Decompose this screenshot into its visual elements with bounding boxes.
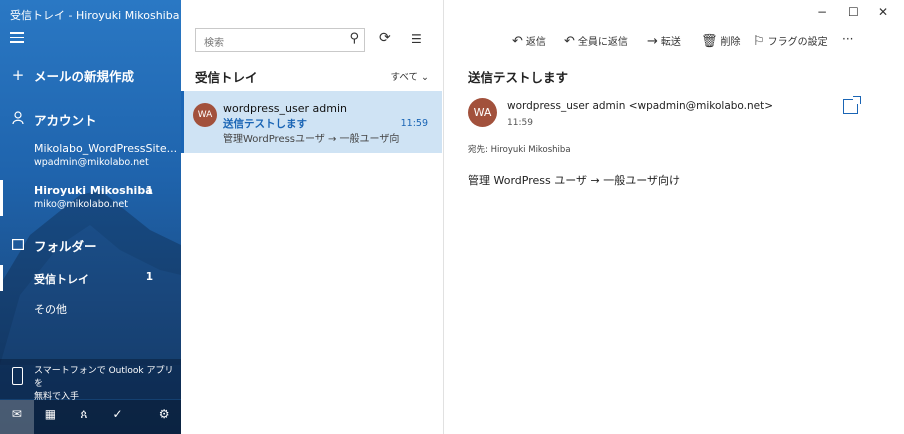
minimize-button[interactable]: −	[817, 5, 827, 19]
reply-all-icon: ↶	[564, 34, 575, 49]
accounts-label: アカウント	[34, 112, 97, 128]
filter-dropdown[interactable]: すべて ⌄	[391, 69, 429, 83]
account-email: wpadmin@mikolabo.net	[34, 157, 149, 168]
folder-icon	[10, 236, 26, 254]
close-button[interactable]: ✕	[878, 5, 888, 19]
trash-icon: 🗑	[701, 34, 718, 49]
flag-button[interactable]: ⚐ フラグの設定	[753, 33, 828, 49]
search-input[interactable]: 検索	[204, 34, 224, 49]
reply-label: 返信	[525, 37, 546, 48]
forward-button[interactable]: → 転送	[647, 33, 681, 49]
sender-avatar[interactable]: WA	[468, 98, 497, 127]
new-mail-button[interactable]: + メールの新規作成	[0, 66, 181, 84]
folder-item-inbox[interactable]: 受信トレイ	[34, 271, 89, 287]
filter-label: すべて	[390, 72, 418, 83]
delete-button[interactable]: 🗑 削除	[701, 33, 741, 49]
selected-account-indicator	[0, 180, 3, 216]
search-box[interactable]: 検索 ⚲	[195, 28, 365, 52]
accounts-header[interactable]: アカウント	[0, 110, 181, 128]
message-sender: wordpress_user admin	[223, 102, 347, 115]
message-subject: 送信テストします	[223, 118, 307, 130]
folders-label: フォルダー	[34, 238, 97, 254]
select-mode-icon[interactable]: ☰	[411, 32, 422, 46]
delete-label: 削除	[720, 37, 741, 48]
account-name: Mikolabo_WordPressSite...	[34, 142, 178, 155]
window-title: 受信トレイ - Hiroyuki Mikoshiba	[10, 9, 180, 22]
forward-arrow-icon: →	[647, 34, 658, 49]
reading-pane: − ☐ ✕ ↶ 返信 ↶ 全員に返信 → 転送 🗑 削除 ⚐ フラグの設定 ··· 送信テ…	[444, 0, 904, 434]
chevron-down-icon: ⌄	[421, 72, 429, 83]
message-subject-heading: 送信テストします	[468, 70, 569, 85]
folder-title: 受信トレイ	[195, 70, 258, 85]
settings-gear-icon[interactable]: ⚙	[147, 400, 181, 434]
account-item-mikolabo[interactable]: Mikolabo_WordPressSite... wpadmin@mikola…	[34, 142, 177, 170]
person-icon	[10, 110, 26, 128]
new-mail-label: メールの新規作成	[34, 68, 135, 84]
reply-all-button[interactable]: ↶ 全員に返信	[564, 33, 628, 49]
account-email: miko@mikolabo.net	[34, 199, 128, 210]
maximize-button[interactable]: ☐	[848, 5, 859, 19]
message-time: 11:59	[507, 118, 533, 128]
navigation-pane: 受信トレイ - Hiroyuki Mikoshiba + メールの新規作成 アカ…	[0, 0, 181, 434]
todo-icon[interactable]: ✓	[101, 400, 135, 434]
more-actions-icon[interactable]: ···	[842, 32, 853, 46]
sender-avatar: WA	[193, 103, 217, 127]
message-preview: 管理WordPressユーザ → 一般ユーザ向	[223, 134, 400, 145]
plus-icon: +	[11, 66, 25, 84]
outlook-app-promo[interactable]: スマートフォンで Outlook アプリを 無料で入手	[0, 359, 181, 402]
promo-text: スマートフォンで Outlook アプリを 無料で入手	[34, 365, 181, 404]
reply-all-label: 全員に返信	[577, 37, 628, 48]
selected-folder-indicator	[0, 265, 3, 291]
sync-icon[interactable]: ⟳	[379, 30, 391, 46]
flag-label: フラグの設定	[767, 37, 828, 48]
forward-label: 転送	[660, 37, 681, 48]
folders-header[interactable]: フォルダー	[0, 236, 181, 254]
reply-button[interactable]: ↶ 返信	[512, 33, 546, 49]
sender-address[interactable]: wordpress_user admin <wpadmin@mikolabo.n…	[507, 100, 773, 112]
account-name: Hiroyuki Mikoshiba	[34, 184, 153, 197]
folder-unread-count: 1	[145, 271, 153, 283]
promo-line-1: スマートフォンで Outlook アプリを	[34, 366, 174, 389]
bottom-nav-bar: ✉ ▦ ጰ ✓ ⚙	[0, 400, 181, 434]
people-icon[interactable]: ጰ	[67, 400, 101, 434]
message-body: 管理 WordPress ユーザ → 一般ユーザ向け	[468, 174, 680, 187]
open-in-new-window-icon[interactable]	[843, 96, 861, 114]
calendar-icon[interactable]: ▦	[34, 400, 68, 434]
reply-icon: ↶	[512, 34, 523, 49]
flag-icon: ⚐	[753, 34, 765, 49]
folder-item-other[interactable]: その他	[34, 301, 67, 317]
message-list-pane: 検索 ⚲ ⟳ ☰ 受信トレイ すべて ⌄ WA wordpress_user a…	[181, 0, 444, 434]
search-icon[interactable]: ⚲	[349, 31, 359, 46]
account-unread-count: 1	[145, 185, 153, 197]
account-item-hiroyuki[interactable]: Hiroyuki Mikoshiba miko@mikolabo.net	[34, 184, 153, 212]
recipient-line: 宛先: Hiroyuki Mikoshiba	[468, 145, 571, 155]
phone-icon	[12, 367, 23, 385]
selected-message-indicator	[181, 91, 184, 153]
message-list-item[interactable]: WA wordpress_user admin 送信テストします 11:59 管…	[181, 91, 442, 153]
mail-icon[interactable]: ✉	[0, 400, 34, 434]
hamburger-menu-icon[interactable]	[10, 32, 24, 46]
message-time: 11:59	[400, 118, 428, 129]
